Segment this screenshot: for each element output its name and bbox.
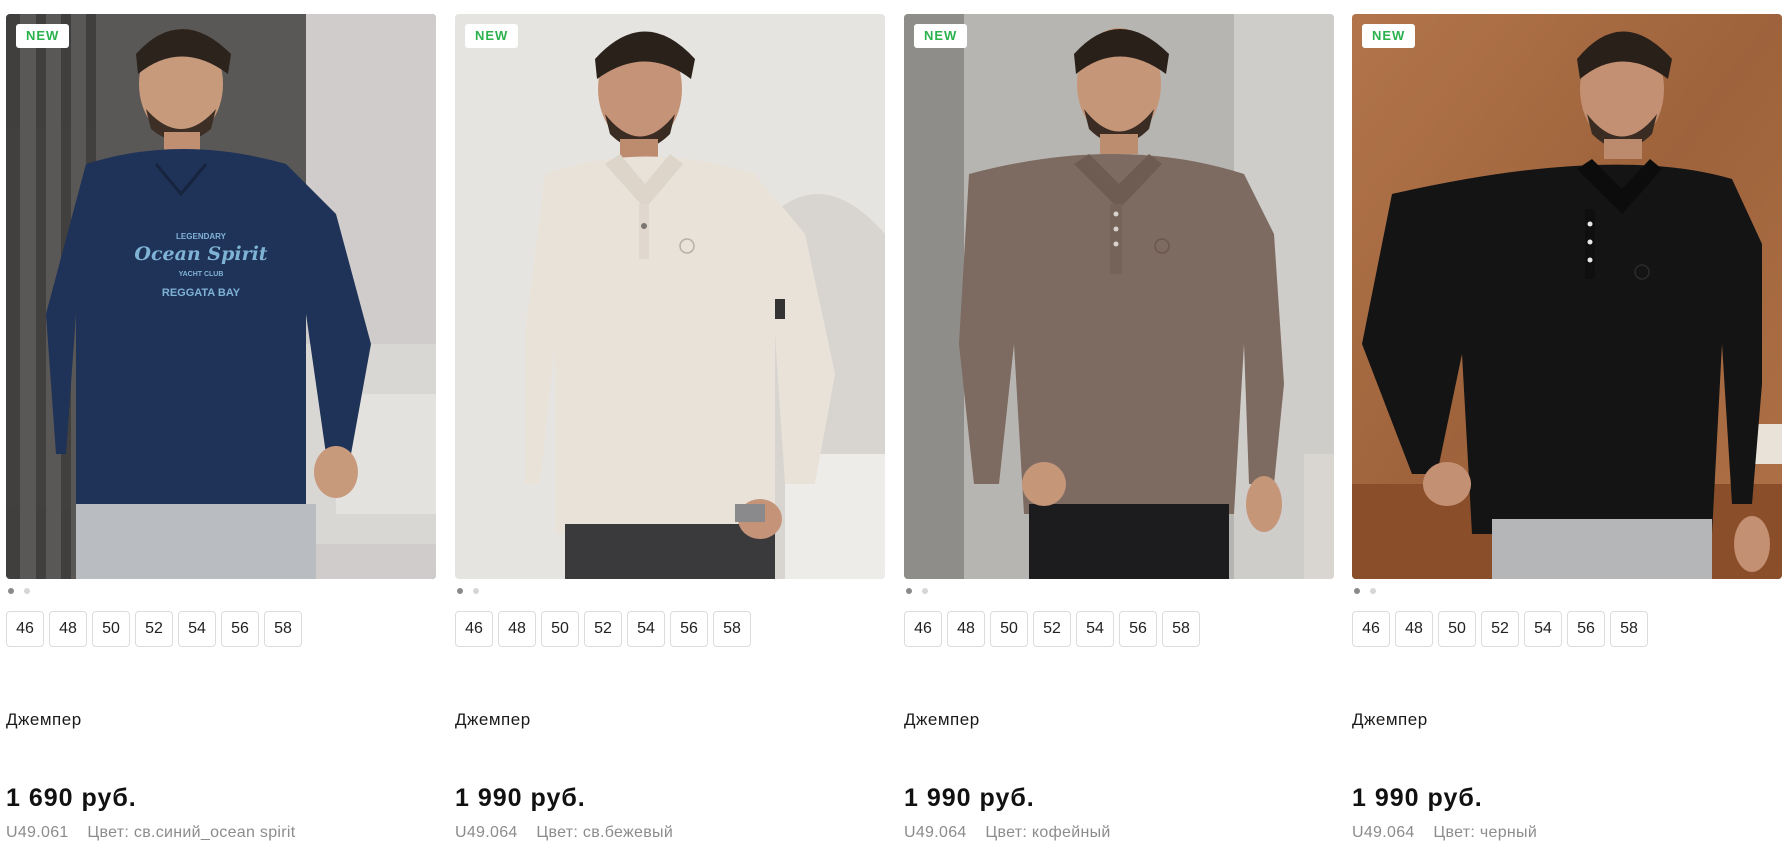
pagination-dot[interactable] [906,588,912,594]
product-meta: U49.064 Цвет: св.бежевый [455,824,673,842]
product-color: кофейный [1031,824,1111,841]
product-image[interactable]: LEGENDARY Ocean Spirit YACHT CLUB REGGAT… [6,14,436,579]
color-label: Цвет: [536,824,579,841]
new-badge: NEW [16,24,70,48]
image-pagination [906,588,928,594]
size-option[interactable]: 48 [947,611,985,647]
product-grid: LEGENDARY Ocean Spirit YACHT CLUB REGGAT… [0,0,1792,860]
size-option[interactable]: 56 [670,611,708,647]
product-price: 1 990 руб. [904,784,1035,812]
product-card[interactable]: LEGENDARY Ocean Spirit YACHT CLUB REGGAT… [6,14,436,854]
new-badge: NEW [914,24,968,48]
size-option[interactable]: 52 [135,611,173,647]
size-option[interactable]: 58 [1610,611,1648,647]
pagination-dot[interactable] [1354,588,1360,594]
size-option[interactable]: 50 [990,611,1028,647]
size-option[interactable]: 52 [584,611,622,647]
size-selector: 46 48 50 52 54 56 58 [6,611,302,647]
product-name[interactable]: Джемпер [1352,710,1428,730]
size-option[interactable]: 50 [541,611,579,647]
size-selector: 46 48 50 52 54 56 58 [1352,611,1648,647]
size-option[interactable]: 58 [264,611,302,647]
pagination-dot[interactable] [922,588,928,594]
product-photo-coffee-polo [904,14,1334,579]
product-meta: U49.061 Цвет: св.синий_ocean spirit [6,824,296,842]
product-color: черный [1479,824,1538,841]
image-pagination [8,588,30,594]
product-photo-black-polo [1352,14,1782,579]
size-option[interactable]: 46 [455,611,493,647]
size-option[interactable]: 58 [713,611,751,647]
product-sku: U49.064 [1352,824,1415,841]
pagination-dot[interactable] [24,588,30,594]
print-text: REGGATA BAY [162,287,241,299]
print-text: LEGENDARY [176,232,227,241]
product-sku: U49.064 [904,824,967,841]
new-badge: NEW [465,24,519,48]
print-text: Ocean Spirit [134,243,267,265]
product-card[interactable]: NEW 46 48 50 52 54 56 58 Джемпер 1 990 р… [455,14,885,854]
size-option[interactable]: 48 [49,611,87,647]
product-photo-beige-polo [455,14,885,579]
product-sku: U49.061 [6,824,69,841]
product-card[interactable]: NEW 46 48 50 52 54 56 58 Джемпер 1 990 р… [1352,14,1782,854]
pagination-dot[interactable] [1370,588,1376,594]
size-option[interactable]: 52 [1481,611,1519,647]
product-price: 1 990 руб. [455,784,586,812]
product-image[interactable]: NEW [455,14,885,579]
product-card[interactable]: NEW 46 48 50 52 54 56 58 Джемпер 1 990 р… [904,14,1334,854]
color-label: Цвет: [87,824,130,841]
size-option[interactable]: 58 [1162,611,1200,647]
product-meta: U49.064 Цвет: кофейный [904,824,1111,842]
size-option[interactable]: 46 [1352,611,1390,647]
size-option[interactable]: 54 [178,611,216,647]
size-selector: 46 48 50 52 54 56 58 [904,611,1200,647]
print-text: YACHT CLUB [179,271,224,278]
size-option[interactable]: 52 [1033,611,1071,647]
pagination-dot[interactable] [8,588,14,594]
product-meta: U49.064 Цвет: черный [1352,824,1537,842]
product-photo-navy-sweatshirt: LEGENDARY Ocean Spirit YACHT CLUB REGGAT… [6,14,436,579]
size-option[interactable]: 46 [6,611,44,647]
product-price: 1 690 руб. [6,784,137,812]
size-option[interactable]: 56 [1567,611,1605,647]
size-option[interactable]: 46 [904,611,942,647]
product-name[interactable]: Джемпер [6,710,82,730]
size-option[interactable]: 56 [221,611,259,647]
product-name[interactable]: Джемпер [455,710,531,730]
size-option[interactable]: 48 [1395,611,1433,647]
size-option[interactable]: 56 [1119,611,1157,647]
size-selector: 46 48 50 52 54 56 58 [455,611,751,647]
product-image[interactable]: NEW [904,14,1334,579]
image-pagination [1354,588,1376,594]
product-color: св.бежевый [582,824,674,841]
size-option[interactable]: 48 [498,611,536,647]
image-pagination [457,588,479,594]
pagination-dot[interactable] [473,588,479,594]
color-label: Цвет: [1433,824,1476,841]
product-image[interactable]: NEW [1352,14,1782,579]
product-color: св.синий_ocean spirit [133,824,296,841]
size-option[interactable]: 54 [1076,611,1114,647]
size-option[interactable]: 54 [1524,611,1562,647]
product-price: 1 990 руб. [1352,784,1483,812]
size-option[interactable]: 50 [92,611,130,647]
color-label: Цвет: [985,824,1028,841]
product-name[interactable]: Джемпер [904,710,980,730]
size-option[interactable]: 54 [627,611,665,647]
new-badge: NEW [1362,24,1416,48]
pagination-dot[interactable] [457,588,463,594]
product-sku: U49.064 [455,824,518,841]
size-option[interactable]: 50 [1438,611,1476,647]
